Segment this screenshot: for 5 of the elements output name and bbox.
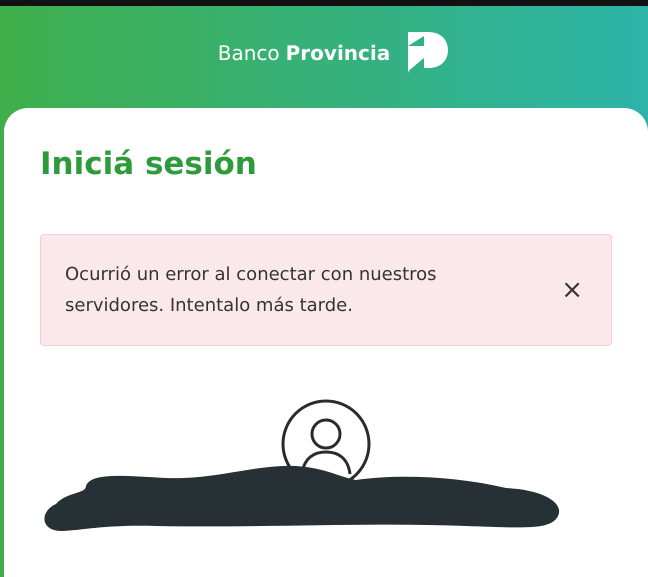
- page-title: Iniciá sesión: [40, 146, 257, 182]
- brand-name: Provincia: [286, 41, 390, 65]
- close-button[interactable]: ×: [557, 275, 587, 305]
- error-message: Ocurrió un error al conectar con nuestros servidores. Intentalo más tarde.: [65, 263, 438, 318]
- brand-name: Banco: [218, 41, 280, 65]
